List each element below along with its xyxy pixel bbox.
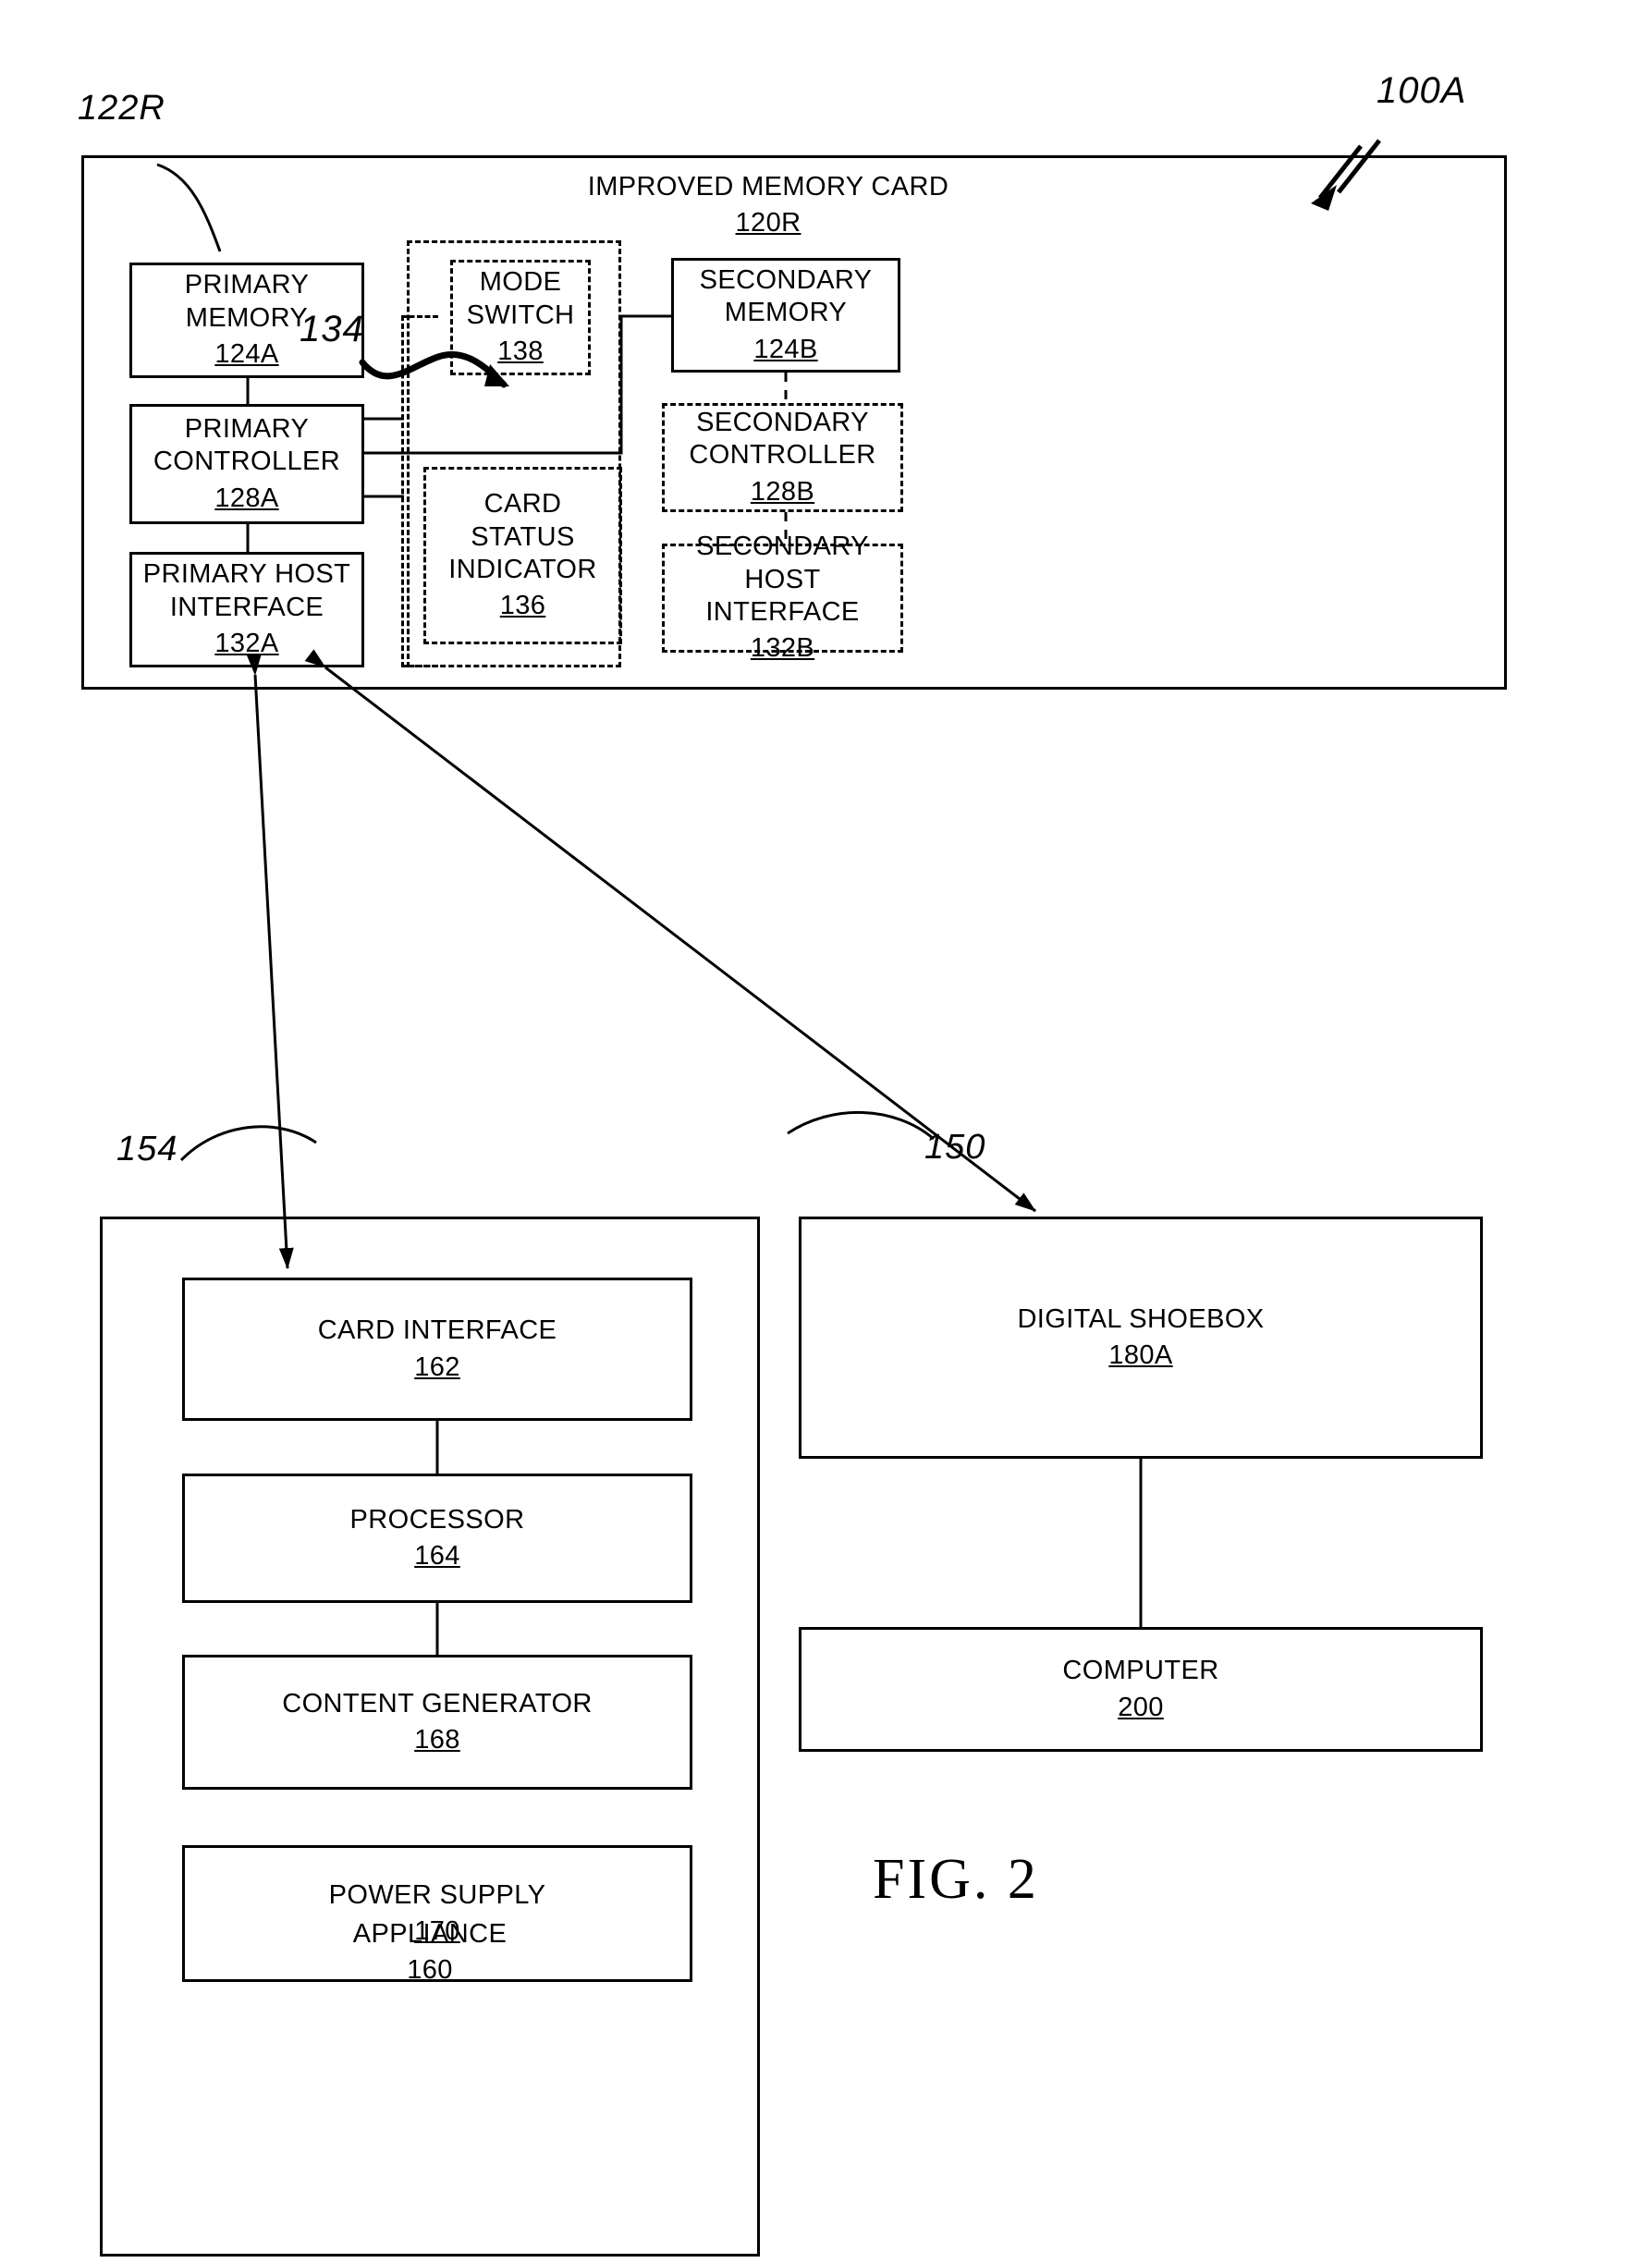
block-content-generator-title: CONTENT GENERATOR	[282, 1688, 593, 1719]
block-computer-ref: 200	[1118, 1692, 1164, 1722]
ref-label-100a: 100A	[1377, 70, 1467, 111]
block-computer: COMPUTER 200	[799, 1627, 1483, 1752]
block-mode-switch-title: MODE SWITCH	[466, 267, 575, 330]
block-primary-host-interface-title: PRIMARY HOST INTERFACE	[142, 559, 351, 622]
block-secondary-controller: SECONDARY CONTROLLER 128B	[662, 403, 903, 512]
block-card-interface: CARD INTERFACE 162	[182, 1278, 692, 1421]
block-secondary-host-interface-ref: 132B	[750, 633, 815, 664]
block-digital-shoebox-title: DIGITAL SHOEBOX	[1017, 1303, 1265, 1334]
block-primary-memory: PRIMARY MEMORY 124A	[129, 263, 364, 378]
block-primary-memory-title: PRIMARY MEMORY	[184, 270, 310, 333]
block-power-supply: POWER SUPPLY 170	[182, 1845, 692, 1982]
block-card-status-indicator-title: CARD STATUS INDICATOR	[448, 489, 597, 584]
block-primary-controller-title: PRIMARY CONTROLLER	[153, 413, 341, 477]
ref-label-150: 150	[924, 1128, 986, 1167]
block-card-interface-ref: 162	[414, 1352, 460, 1382]
figure-canvas: 122R 100A 134 154 150 FIG. 2 IMPROVED ME…	[0, 0, 1652, 2263]
block-primary-controller-ref: 128A	[214, 483, 279, 513]
block-secondary-memory-ref: 124B	[753, 334, 818, 364]
block-primary-memory-ref: 124A	[214, 339, 279, 370]
block-secondary-controller-ref: 128B	[750, 476, 815, 507]
block-primary-host-interface: PRIMARY HOST INTERFACE 132A	[129, 552, 364, 667]
block-computer-title: COMPUTER	[1062, 1656, 1219, 1686]
block-mode-switch: MODE SWITCH 138	[450, 260, 591, 375]
block-secondary-memory: SECONDARY MEMORY 124B	[671, 258, 900, 373]
block-processor: PROCESSOR 164	[182, 1474, 692, 1603]
block-processor-ref: 164	[414, 1541, 460, 1571]
block-card-status-indicator-ref: 136	[499, 591, 546, 621]
ref-label-122r: 122R	[78, 89, 165, 128]
block-primary-controller: PRIMARY CONTROLLER 128A	[129, 404, 364, 524]
block-card-status-indicator: CARD STATUS INDICATOR 136	[423, 467, 622, 644]
block-card-interface-title: CARD INTERFACE	[317, 1315, 557, 1346]
figure-label: FIG. 2	[873, 1848, 1039, 1911]
block-secondary-controller-title: SECONDARY CONTROLLER	[689, 407, 876, 471]
block-secondary-memory-title: SECONDARY MEMORY	[699, 264, 873, 328]
memory-card-title: IMPROVED MEMORY CARD	[587, 172, 949, 202]
ref-label-154: 154	[116, 1130, 178, 1168]
block-content-generator-ref: 168	[414, 1725, 460, 1755]
block-primary-host-interface-ref: 132A	[214, 629, 279, 659]
memory-card-ref: 120R	[735, 208, 802, 239]
block-secondary-host-interface-title: SECONDARY HOST INTERFACE	[696, 532, 869, 627]
block-power-supply-title: POWER SUPPLY	[328, 1879, 546, 1910]
block-content-generator: CONTENT GENERATOR 168	[182, 1655, 692, 1790]
block-power-supply-ref: 170	[414, 1916, 460, 1946]
memory-card-title-group: IMPROVED MEMORY CARD 120R	[528, 171, 1009, 240]
block-processor-title: PROCESSOR	[349, 1504, 525, 1535]
block-mode-switch-ref: 138	[497, 336, 544, 367]
block-secondary-host-interface: SECONDARY HOST INTERFACE 132B	[662, 532, 903, 663]
block-digital-shoebox-ref: 180A	[1108, 1340, 1173, 1370]
block-digital-shoebox: DIGITAL SHOEBOX 180A	[799, 1217, 1483, 1459]
